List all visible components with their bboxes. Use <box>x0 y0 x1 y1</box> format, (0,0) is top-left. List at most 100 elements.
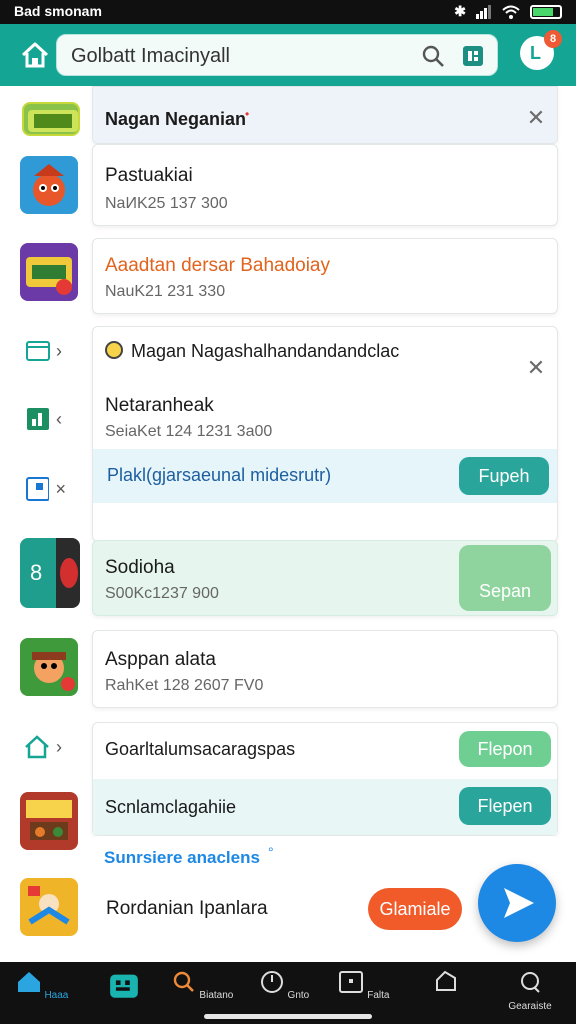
nav-label: Gnto <box>287 990 310 1001</box>
square-nav-icon <box>339 971 364 993</box>
nav-search[interactable]: Biatano <box>170 970 234 1001</box>
item-subtitle: NauK21 231 330 <box>105 283 226 300</box>
home-indicator <box>204 1014 372 1019</box>
clock-icon <box>260 971 283 993</box>
battery-icon <box>530 4 562 19</box>
search-input[interactable] <box>71 43 411 69</box>
group-title: Magan Nagashalhandandandclac <box>131 341 400 361</box>
chart-icon <box>27 408 49 430</box>
search-nav-icon <box>173 971 194 992</box>
home-nav-icon <box>17 972 40 992</box>
glamiale-label: Glamiale <box>379 899 451 919</box>
bulb-icon <box>105 341 123 359</box>
close-icon-group[interactable]: ✕ <box>525 357 547 379</box>
chevron-right-icon-2: › <box>56 736 62 757</box>
group-action-row: Plakl(gjarsaeunal midesrutr) Fupeh <box>93 449 557 503</box>
bluetooth-icon: ✱ <box>454 3 466 19</box>
card-header-item[interactable]: Nagan Neganian • ✕ <box>92 86 558 144</box>
status-time: Bad smonam <box>14 3 102 19</box>
avatar-letter: L <box>530 43 541 63</box>
group-subtitle: Netaranheak <box>105 395 214 416</box>
item-title-promo: Aaadtan dersar Bahadoiay <box>105 255 330 276</box>
flepon-button[interactable]: Flepon <box>459 731 551 767</box>
rail-selected-badge: 8 <box>30 560 43 585</box>
nav-clock[interactable]: Gnto <box>252 970 316 1001</box>
nav-chat[interactable]: Gearaiste <box>498 970 562 1012</box>
item-subtitle: NaИK25 137 300 <box>105 195 228 212</box>
profile-button[interactable]: L 8 <box>520 30 562 70</box>
app-icon-game2[interactable] <box>20 243 78 301</box>
home-icon[interactable] <box>18 38 52 72</box>
card-title-mark: • <box>245 107 250 121</box>
item-title: Pastuakiai <box>105 165 193 186</box>
nav-label: Haaa <box>44 990 69 1001</box>
nav-label: Biatano <box>199 990 234 1001</box>
row1-text: Goarltalumsacaragspas <box>105 739 296 759</box>
group-action-text: Plakl(gjarsaeunal midesrutr) <box>107 465 332 485</box>
rail-item-home[interactable]: › <box>24 732 64 762</box>
store-nav-icon <box>110 974 138 998</box>
fupeh-label: Fupeh <box>478 466 530 486</box>
app-icon-character[interactable] <box>20 156 78 214</box>
row2-text: Scnlamclagahiie <box>105 797 237 817</box>
chevron-right-icon: › <box>56 340 62 361</box>
nav-falta[interactable]: Falta <box>332 970 396 1001</box>
sepan-button[interactable]: Sepan <box>459 545 551 611</box>
list-item-promo[interactable]: Aaadtan dersar Bahadoiay NauK21 231 330 <box>92 238 558 314</box>
chat-icon <box>521 972 540 993</box>
qr-scan-icon[interactable] <box>461 44 485 68</box>
fupeh-button[interactable]: Fupeh <box>459 457 549 495</box>
row2: Scnlamclagahiie Flepen <box>93 779 557 835</box>
section-title: Sunrsiere anaclens <box>104 848 260 867</box>
list-item-pastuakiai[interactable]: Pastuakiai NaИK25 137 300 <box>92 144 558 226</box>
close-icon[interactable]: ✕ <box>525 107 547 129</box>
send-icon <box>504 888 534 918</box>
house-icon <box>25 735 49 759</box>
item-title: Asppan alata <box>105 649 216 670</box>
nav-label: Gearaiste <box>508 1001 552 1012</box>
flepen-button[interactable]: Flepen <box>459 787 551 825</box>
item-subtitle: S00Kc1237 900 <box>105 585 219 602</box>
group-meta: SeiaKet 124 1231 3a00 <box>105 423 273 440</box>
nav-home[interactable]: Haaa <box>10 970 74 1001</box>
list-item-pair[interactable]: Goarltalumsacaragspas Flepon Scnlamclaga… <box>92 722 558 836</box>
search-icon[interactable] <box>421 44 445 68</box>
rail-item-chart[interactable]: ‹ <box>26 404 66 434</box>
app-icon-hero[interactable] <box>20 878 78 936</box>
section-row-text: Rordanian Ipanlara <box>106 898 268 919</box>
sepan-label: Sepan <box>478 581 532 601</box>
rail-selected-tab[interactable]: 8 <box>20 538 80 608</box>
list-item-asppan[interactable]: Asppan alata RahKet 128 2607 FV0 <box>92 630 558 708</box>
list-item-group[interactable]: Magan Nagashalhandandandclac ✕ Netaranhe… <box>92 326 558 542</box>
wifi-icon <box>502 5 520 19</box>
tag-icon <box>436 970 456 991</box>
item-title: Sodioha <box>105 557 175 578</box>
app-icon-game1[interactable] <box>22 102 80 136</box>
square-icon <box>26 477 50 501</box>
nav-store[interactable] <box>92 970 156 1007</box>
flepon-label: Flepon <box>477 739 533 759</box>
search-bar <box>56 34 498 76</box>
app-header: L 8 <box>0 24 576 86</box>
section-mark: ° <box>268 844 274 860</box>
list-item-sodioha[interactable]: Sodioha S00Kc1237 900 Sepan <box>92 540 558 616</box>
rail-item-square[interactable]: × <box>26 474 66 504</box>
rail-item-window[interactable]: › <box>26 336 66 366</box>
close-small-icon: × <box>55 478 66 499</box>
app-icon-adventure[interactable] <box>20 638 78 696</box>
flepen-label: Flepen <box>477 796 533 816</box>
main-content: › ‹ × 8 › Nagan Neganian • ✕ Pastuakiai … <box>0 86 576 976</box>
status-bar: Bad smonam ✱ <box>0 0 576 24</box>
app-icon-food[interactable] <box>20 792 78 850</box>
nav-tag[interactable] <box>414 970 478 1001</box>
status-icons: ✱ <box>454 3 562 20</box>
chevron-left-icon: ‹ <box>56 408 62 429</box>
item-subtitle: RahKet 128 2607 FV0 <box>105 677 264 694</box>
window-icon <box>26 341 50 361</box>
card-title: Nagan Neganian <box>105 109 247 129</box>
glamiale-button[interactable]: Glamiale <box>368 888 462 930</box>
send-fab[interactable] <box>478 864 556 942</box>
nav-label: Falta <box>367 990 390 1001</box>
signal-icon <box>476 4 491 19</box>
notification-badge: 8 <box>544 30 562 48</box>
